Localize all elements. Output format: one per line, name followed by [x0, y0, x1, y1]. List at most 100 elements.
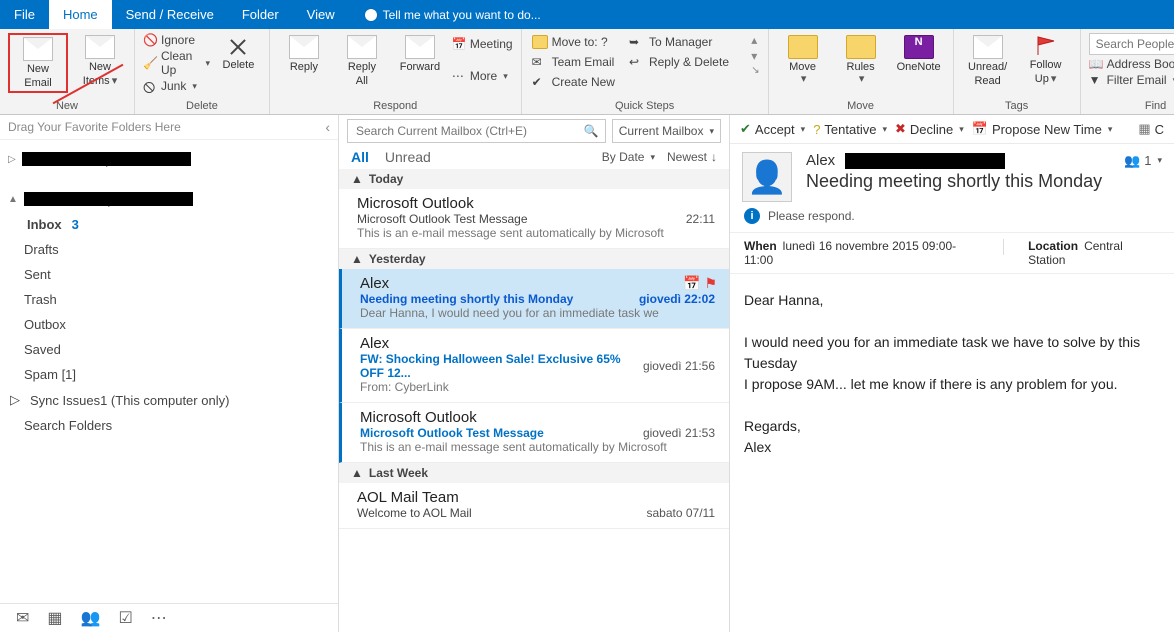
- filter-all[interactable]: All: [351, 149, 369, 165]
- message-item[interactable]: AOL Mail Team Welcome to AOL Mailsabato …: [339, 483, 729, 529]
- onenote-button[interactable]: OneNote: [893, 33, 945, 75]
- message-item[interactable]: Microsoft Outlook Microsoft Outlook Test…: [339, 189, 729, 249]
- move-button[interactable]: Move▾: [777, 33, 829, 87]
- follow-up-button[interactable]: FollowUp▾: [1020, 33, 1072, 87]
- filter-email-button[interactable]: ▼Filter Email▾: [1089, 73, 1174, 87]
- qs-down[interactable]: ▾: [751, 49, 759, 63]
- flag-icon: ⚑: [704, 275, 717, 292]
- folder-drafts[interactable]: Drafts: [6, 237, 332, 262]
- group-today[interactable]: ▲Today: [339, 169, 729, 189]
- nav-tasks-icon[interactable]: ☑: [118, 608, 132, 628]
- group-label-find: Find: [1089, 100, 1174, 114]
- folder-sync-issues[interactable]: ▷Sync Issues1 (This computer only): [6, 387, 332, 413]
- navigation-bar: ✉ ▦ 👥 ☑ ⋯: [0, 603, 338, 632]
- unread-read-button[interactable]: Unread/Read: [962, 33, 1014, 89]
- search-people-input[interactable]: [1089, 33, 1174, 55]
- nav-mail-icon[interactable]: ✉: [16, 608, 29, 628]
- message-item-selected[interactable]: 📅⚑ Alex Needing meeting shortly this Mon…: [339, 269, 729, 329]
- flag-icon: [1032, 35, 1060, 57]
- ribbon-group-find: 📖Address Book ▼Filter Email▾ Find: [1081, 29, 1174, 114]
- people-icon: 👥: [1124, 153, 1140, 169]
- meeting-button[interactable]: 📅Meeting: [452, 37, 513, 51]
- reply-small-icon: ↩: [629, 55, 643, 69]
- decline-button[interactable]: ✖Decline▾: [895, 121, 964, 137]
- meeting-location: LocationCentral Station: [1028, 239, 1160, 267]
- block-icon: 🛇: [143, 79, 157, 93]
- sort-newest[interactable]: Newest ↓: [667, 150, 717, 164]
- new-email-button[interactable]: New Email: [8, 33, 68, 93]
- folder-spam[interactable]: Spam [1]: [6, 362, 332, 387]
- tell-me[interactable]: Tell me what you want to do...: [349, 0, 541, 29]
- qs-move-to[interactable]: Move to: ?: [530, 33, 621, 51]
- folder-tree: ▷user2@example.com ▲user2@example.com In…: [0, 140, 338, 444]
- msg-preview: Dear Hanna, I would need you for an imme…: [360, 306, 715, 320]
- message-item[interactable]: Microsoft Outlook Microsoft Outlook Test…: [339, 403, 729, 463]
- rules-button[interactable]: Rules▾: [835, 33, 887, 87]
- qs-reply-delete[interactable]: ↩Reply & Delete: [627, 53, 735, 71]
- nav-people-icon[interactable]: 👥: [81, 608, 101, 628]
- more-respond-button[interactable]: ⋯More▾: [452, 69, 513, 83]
- bulb-icon: [365, 9, 377, 21]
- body-line: Alex: [744, 437, 1160, 458]
- msg-from: Microsoft Outlook: [357, 195, 715, 212]
- x-icon: [224, 35, 252, 57]
- folder-outbox[interactable]: Outbox: [6, 312, 332, 337]
- message-item[interactable]: Alex FW: Shocking Halloween Sale! Exclus…: [339, 329, 729, 403]
- reply-button[interactable]: Reply: [278, 33, 330, 75]
- address-book-button[interactable]: 📖Address Book: [1089, 57, 1174, 71]
- forward-button[interactable]: Forward: [394, 33, 446, 75]
- account-1[interactable]: ▷user2@example.com: [8, 152, 330, 166]
- collapse-folder-pane[interactable]: ‹: [325, 119, 330, 135]
- delete-button[interactable]: Delete: [216, 33, 261, 73]
- filter-unread[interactable]: Unread: [385, 149, 431, 165]
- nav-calendar-icon[interactable]: ▦: [47, 608, 62, 628]
- reply-all-button[interactable]: ReplyAll: [336, 33, 388, 89]
- new-items-button[interactable]: New Items▾: [74, 33, 126, 89]
- search-box[interactable]: 🔍: [347, 119, 606, 143]
- sort-by-date[interactable]: By Date ▾: [602, 150, 655, 164]
- msg-time: giovedì 22:02: [629, 292, 715, 306]
- search-input[interactable]: [354, 123, 584, 139]
- qs-up[interactable]: ▴: [751, 33, 759, 47]
- sender-email-redacted: [845, 153, 1005, 169]
- search-scope[interactable]: Current Mailbox▾: [612, 119, 721, 143]
- junk-button[interactable]: 🛇Junk▾: [143, 79, 210, 93]
- search-icon[interactable]: 🔍: [584, 124, 599, 138]
- ignore-button[interactable]: 🚫Ignore: [143, 33, 210, 47]
- new-email-l1: New: [27, 63, 49, 75]
- folder-sent[interactable]: Sent: [6, 262, 332, 287]
- tab-send-receive[interactable]: Send / Receive: [112, 0, 228, 29]
- ribbon-group-respond: Reply ReplyAll Forward 📅Meeting ⋯More▾ R…: [270, 29, 522, 114]
- propose-new-time-button[interactable]: 📅Propose New Time▾: [972, 121, 1113, 137]
- group-label-tags: Tags: [962, 100, 1072, 114]
- accept-button[interactable]: ✔Accept▾: [740, 121, 805, 137]
- msg-preview: From: CyberLink: [360, 380, 715, 394]
- qs-to-manager[interactable]: ➥To Manager: [627, 33, 735, 51]
- calendar-icon: 📅: [452, 37, 466, 51]
- attendees[interactable]: 👥1▾: [1124, 153, 1162, 169]
- msg-time: sabato 07/11: [636, 506, 715, 520]
- menu-bar: File Home Send / Receive Folder View Tel…: [0, 0, 1174, 29]
- group-label-move: Move: [777, 100, 945, 114]
- funnel-icon: ▼: [1089, 73, 1103, 87]
- nav-more-icon[interactable]: ⋯: [151, 608, 167, 628]
- tentative-button[interactable]: ?Tentative▾: [813, 122, 887, 137]
- qs-create-new[interactable]: ✔Create New: [530, 73, 621, 91]
- folder-trash[interactable]: Trash: [6, 287, 332, 312]
- group-yesterday[interactable]: ▲Yesterday: [339, 249, 729, 269]
- group-last-week[interactable]: ▲Last Week: [339, 463, 729, 483]
- qs-team-email[interactable]: ✉Team Email: [530, 53, 621, 71]
- folder-search-folders[interactable]: Search Folders: [6, 413, 332, 438]
- meeting-meta: Whenlunedì 16 novembre 2015 09:00-11:00 …: [730, 232, 1174, 274]
- folder-saved[interactable]: Saved: [6, 337, 332, 362]
- tab-view[interactable]: View: [293, 0, 349, 29]
- tab-folder[interactable]: Folder: [228, 0, 293, 29]
- folder-inbox[interactable]: Inbox3: [6, 212, 332, 237]
- view-calendar-button[interactable]: ▦ C: [1138, 121, 1164, 137]
- cleanup-button[interactable]: 🧹Clean Up▾: [143, 49, 210, 77]
- account-2[interactable]: ▲user2@example.com: [8, 192, 330, 206]
- qs-launcher[interactable]: ↘: [751, 65, 759, 76]
- tab-file[interactable]: File: [0, 0, 49, 29]
- tab-home[interactable]: Home: [49, 0, 112, 29]
- main-body: Drag Your Favorite Folders Here ‹ ▷user2…: [0, 115, 1174, 632]
